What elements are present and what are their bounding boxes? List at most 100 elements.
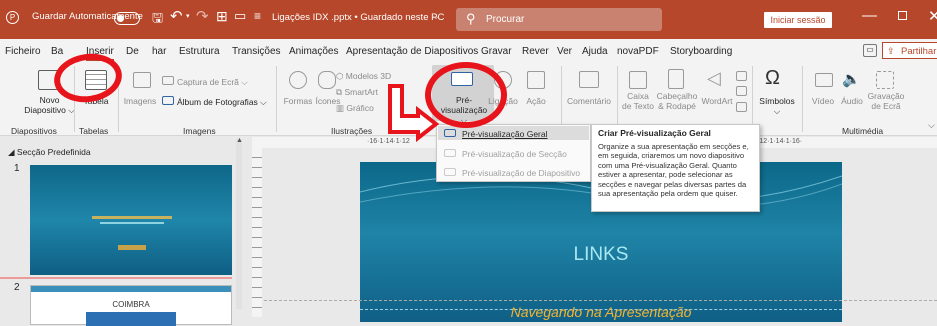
vertical-ruler — [252, 148, 262, 317]
screenshot-button[interactable]: Captura de Ecrã ⌵ — [177, 77, 248, 87]
tab-slideshow[interactable]: Apresentação de Diapositivos — [346, 46, 478, 57]
symbols-icon: Ω — [765, 67, 780, 89]
slide-title[interactable]: LINKS — [360, 244, 842, 266]
slide-thumbnail-1[interactable] — [30, 165, 232, 275]
slide-subtitle[interactable]: Navegando na Apresentação — [360, 304, 842, 320]
autosave-toggle[interactable] — [114, 12, 140, 25]
symbols-label: Símbolos — [759, 96, 795, 106]
tooltip-body: Organize a sua apresentação em secções e… — [598, 142, 749, 199]
tab-view[interactable]: Ver — [557, 46, 572, 57]
chart-label: Gráfico — [346, 103, 374, 113]
group-label-illustrations: Ilustrações — [331, 126, 373, 136]
group-separator — [276, 66, 277, 132]
textbox-label-1: Caixa — [627, 91, 649, 101]
smartart-button[interactable]: ⧉ SmartArt — [336, 87, 378, 97]
models-3d-button[interactable]: ⬡ Modelos 3D — [336, 71, 391, 81]
tab-file[interactable]: Ficheiro — [5, 46, 41, 57]
section-header[interactable]: ◢ Secção Predefinida — [8, 147, 91, 158]
date-time-icon[interactable] — [736, 71, 747, 81]
video-button[interactable]: Vídeo — [810, 96, 836, 106]
slide-number: 1 — [14, 163, 20, 174]
undo-icon[interactable]: ↶ — [170, 7, 183, 25]
audio-icon: 🔈 — [842, 71, 861, 88]
scroll-up-icon[interactable]: ▲ — [236, 137, 243, 144]
share-button[interactable]: ⇪ Partilhar — [882, 42, 937, 59]
section-zoom-icon — [444, 149, 456, 157]
shapes-button[interactable]: Formas — [283, 96, 313, 106]
images-button[interactable]: Imagens — [122, 96, 158, 106]
slide-number-icon[interactable] — [736, 86, 747, 96]
annotation-arrow — [388, 84, 440, 143]
header-footer-button[interactable]: Cabeçalho & Rodapé — [654, 91, 700, 111]
present-icon[interactable]: ⊞ — [216, 8, 228, 25]
close-icon[interactable]: ✕ — [928, 7, 937, 25]
group-separator — [752, 66, 753, 132]
tab-help[interactable]: Ajuda — [582, 46, 608, 57]
slide-thumbnail-2[interactable]: COIMBRA — [30, 285, 232, 326]
slides-panel: ◢ Secção Predefinida 1 2 COIMBRA ▲ — [0, 137, 249, 326]
symbols-button[interactable]: Símbolos ⌵ — [758, 96, 796, 116]
models-3d-label: Modelos 3D — [345, 71, 392, 81]
customize-toolbar-icon[interactable]: ≡ — [254, 9, 261, 23]
images-icon — [133, 72, 151, 88]
comments-icon[interactable]: ▭ — [863, 44, 877, 57]
tooltip: Criar Pré-visualização Geral Organize a … — [591, 124, 760, 212]
header-footer-label-1: Cabeçalho — [656, 91, 698, 101]
group-label-multimedia: Multimédia — [842, 126, 884, 136]
tab-animations[interactable]: Animações — [289, 46, 338, 57]
minimize-icon[interactable]: — — [862, 7, 877, 24]
thumbnail-band — [31, 286, 231, 292]
search-placeholder: Procurar — [486, 14, 525, 25]
screen-rec-label-2: de Ecrã — [871, 101, 901, 111]
audio-button[interactable]: Áudio — [840, 96, 864, 106]
wordart-button[interactable]: WordArt — [700, 96, 734, 106]
search-box[interactable]: ⚲ Procurar — [456, 8, 662, 31]
thumbnail-text-line — [100, 222, 164, 224]
panel-scrollbar[interactable] — [236, 139, 242, 309]
section-divider — [0, 277, 232, 279]
group-label-images: Imagens — [183, 126, 216, 136]
menu-item-section-zoom[interactable]: Pré-visualização de Secção — [462, 149, 567, 159]
undo-dropdown-icon[interactable]: ▾ — [186, 12, 190, 20]
tab-draw[interactable]: De — [126, 46, 139, 57]
tab-transitions[interactable]: Transições — [232, 46, 281, 57]
group-label-tables: Tabelas — [79, 126, 109, 136]
screenshot-label: Captura de Ecrã — [177, 77, 239, 87]
tab-draw-rest[interactable]: har — [152, 46, 166, 57]
screen-recording-button[interactable]: Gravação de Ecrã — [866, 91, 906, 111]
textbox-button[interactable]: Caixa de Texto — [618, 91, 658, 111]
tooltip-title: Criar Pré-visualização Geral — [598, 128, 711, 138]
chevron-down-icon: ⌵ — [433, 12, 440, 21]
wordart-icon: ◁ — [707, 68, 721, 88]
app-icon: P — [6, 11, 19, 24]
maximize-icon[interactable] — [898, 11, 907, 20]
tab-design[interactable]: Estrutura — [179, 46, 220, 57]
comment-button[interactable]: Comentário — [565, 96, 613, 106]
new-slide-label-2: Diapositivo — [24, 105, 66, 115]
object-icon[interactable] — [736, 102, 747, 112]
tab-novapdf[interactable]: novaPDF — [617, 46, 659, 57]
zoom-dropdown-menu: Pré-visualização Geral Pré-visualização … — [436, 124, 591, 182]
action-button[interactable]: Ação — [522, 96, 550, 106]
save-icon[interactable]: 🖫 — [152, 9, 163, 31]
chart-button[interactable]: ▥ Gráfico — [336, 103, 374, 113]
menu-item-summary-zoom[interactable]: Pré-visualização Geral — [462, 129, 548, 139]
tab-review[interactable]: Rever — [522, 46, 549, 57]
tab-home[interactable]: Ba — [51, 46, 63, 57]
file-title[interactable]: Ligações IDX .pptx • Guardado neste PC — [272, 12, 444, 23]
menu-item-slide-zoom[interactable]: Pré-visualização de Diapositivo — [462, 168, 580, 178]
sign-in-button[interactable]: Iniciar sessão — [764, 12, 832, 28]
tab-storyboarding[interactable]: Storyboarding — [670, 46, 732, 57]
tab-record[interactable]: Gravar — [481, 46, 512, 57]
redo-icon[interactable]: ↷ — [196, 7, 209, 25]
collapse-ribbon-icon[interactable]: ⌵ — [928, 120, 935, 131]
textbox-label-2: de Texto — [622, 101, 654, 111]
screenshot-icon — [162, 76, 174, 85]
video-icon — [815, 73, 833, 87]
photo-album-button[interactable]: Álbum de Fotografias ⌵ — [177, 97, 267, 107]
slide-number: 2 — [14, 282, 20, 293]
group-separator — [802, 66, 803, 132]
smartart-label: SmartArt — [344, 87, 378, 97]
slideshow-icon[interactable]: ▭ — [234, 8, 246, 24]
new-slide-label-1: Novo — [39, 95, 60, 105]
